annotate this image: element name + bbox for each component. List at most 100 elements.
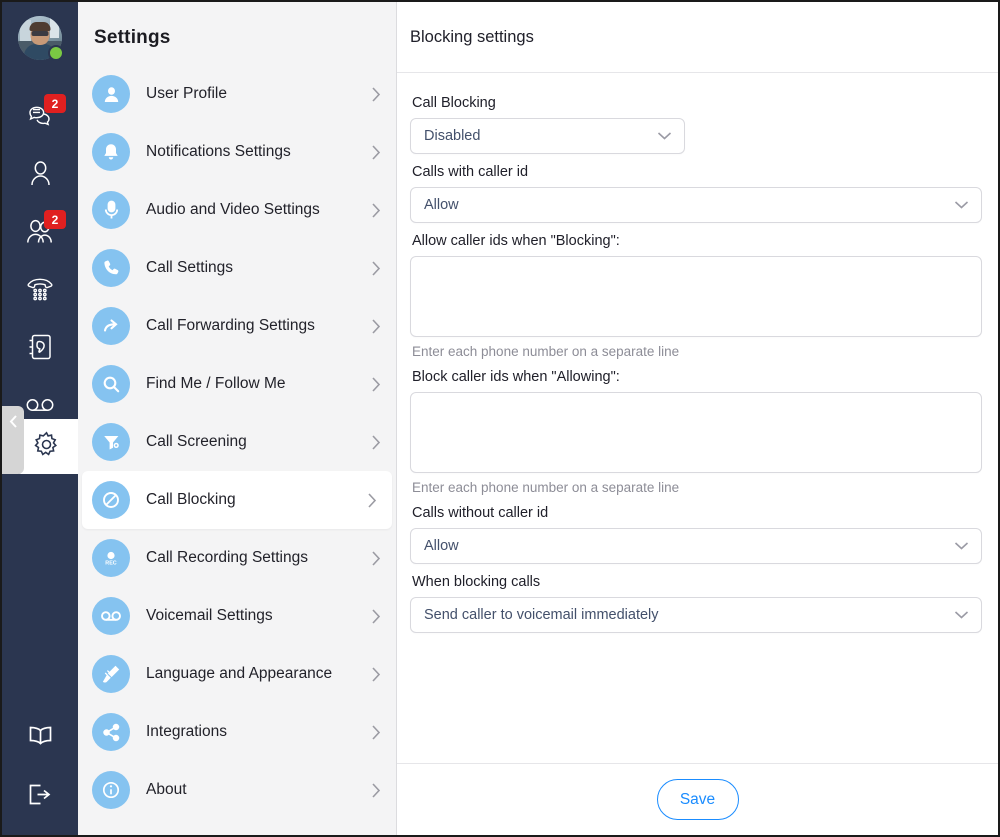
sidebar-item-notifications-settings[interactable]: Notifications Settings xyxy=(78,123,396,181)
when-blocking-calls-value: Send caller to voicemail immediately xyxy=(424,607,659,623)
call-blocking-value: Disabled xyxy=(424,128,481,144)
chevron-down-icon xyxy=(657,132,672,141)
search-icon xyxy=(92,365,130,403)
allow-list-textarea[interactable] xyxy=(410,256,982,337)
block-list-hint: Enter each phone number on a separate li… xyxy=(412,480,680,495)
sidebar-item-label: Integrations xyxy=(146,723,227,740)
microphone-icon xyxy=(92,191,130,229)
calls-without-caller-id-select[interactable]: Allow xyxy=(410,528,982,564)
dialpad-phone-icon xyxy=(26,276,54,302)
address-book-icon xyxy=(27,333,53,361)
chevron-left-icon xyxy=(7,414,20,434)
app-window: 2 2 Settings User Profile Notifications … xyxy=(0,0,1000,837)
block-icon xyxy=(92,481,130,519)
calls-with-caller-id-select[interactable]: Allow xyxy=(410,187,982,223)
calls-without-caller-id-value: Allow xyxy=(424,538,459,554)
content-footer: Save xyxy=(397,763,998,835)
chevron-right-icon xyxy=(371,376,382,393)
person-icon xyxy=(28,160,53,187)
chevron-right-icon xyxy=(371,666,382,683)
when-blocking-calls-select[interactable]: Send caller to voicemail immediately xyxy=(410,597,982,633)
funnel-icon xyxy=(92,423,130,461)
chevron-right-icon xyxy=(371,724,382,741)
svg-text:REC: REC xyxy=(105,561,116,567)
logout-icon xyxy=(27,782,54,807)
chevron-right-icon xyxy=(371,434,382,451)
sidebar-item-language-and-appearance[interactable]: Language and Appearance xyxy=(78,645,396,703)
calls-with-caller-id-value: Allow xyxy=(424,197,459,213)
collapse-sidebar-button[interactable] xyxy=(2,406,24,474)
sidebar-item-call-forwarding-settings[interactable]: Call Forwarding Settings xyxy=(78,297,396,355)
sidebar-item-audio-and-video-settings[interactable]: Audio and Video Settings xyxy=(78,181,396,239)
sidebar-item-label: Language and Appearance xyxy=(146,665,333,682)
block-list-textarea[interactable] xyxy=(410,392,982,473)
chevron-right-icon xyxy=(371,144,382,161)
chevron-right-icon xyxy=(371,202,382,219)
brush-icon xyxy=(92,655,130,693)
chevron-right-icon xyxy=(371,86,382,103)
rail-item-address-book[interactable] xyxy=(14,318,66,376)
block-list-label: Block caller ids when "Allowing": xyxy=(412,369,620,385)
call-blocking-select[interactable]: Disabled xyxy=(410,118,685,154)
left-nav-rail: 2 2 xyxy=(2,2,78,835)
rail-item-messages[interactable]: 2 xyxy=(14,86,66,144)
rail-item-logout[interactable] xyxy=(14,765,66,823)
sidebar-item-find-me-follow-me[interactable]: Find Me / Follow Me xyxy=(78,355,396,413)
call-blocking-label: Call Blocking xyxy=(412,95,496,111)
chevron-down-icon xyxy=(954,201,969,210)
voicemail-icon xyxy=(25,397,55,413)
settings-list: User Profile Notifications Settings Audi… xyxy=(78,65,396,819)
messages-badge: 2 xyxy=(44,94,66,113)
settings-panel: Settings User Profile Notifications Sett… xyxy=(78,2,397,835)
calls-without-caller-id-label: Calls without caller id xyxy=(412,505,549,521)
arrow-right-icon xyxy=(92,307,130,345)
person-icon xyxy=(92,75,130,113)
sidebar-item-label: Find Me / Follow Me xyxy=(146,375,286,392)
online-status-dot xyxy=(48,45,64,61)
sidebar-item-call-blocking[interactable]: Call Blocking xyxy=(82,471,392,529)
sidebar-item-label: Call Forwarding Settings xyxy=(146,317,315,334)
sidebar-item-label: Call Screening xyxy=(146,433,247,450)
chevron-down-icon xyxy=(954,542,969,551)
groups-badge: 2 xyxy=(44,210,66,229)
sidebar-item-label: Call Recording Settings xyxy=(146,549,308,566)
sidebar-item-label: User Profile xyxy=(146,85,227,102)
when-blocking-calls-label: When blocking calls xyxy=(412,574,541,590)
sidebar-item-call-screening[interactable]: Call Screening xyxy=(78,413,396,471)
sidebar-item-label: Call Blocking xyxy=(146,491,236,508)
avatar[interactable] xyxy=(18,16,64,61)
sidebar-item-voicemail-settings[interactable]: Voicemail Settings xyxy=(78,587,396,645)
gear-icon xyxy=(33,430,60,463)
sidebar-item-label: Voicemail Settings xyxy=(146,607,273,624)
bell-icon xyxy=(92,133,130,171)
sidebar-item-label: Audio and Video Settings xyxy=(146,201,320,218)
sidebar-item-integrations[interactable]: Integrations xyxy=(78,703,396,761)
allow-list-label: Allow caller ids when "Blocking": xyxy=(412,233,620,249)
share-icon xyxy=(92,713,130,751)
chevron-right-icon xyxy=(371,608,382,625)
rail-item-directory[interactable] xyxy=(14,707,66,765)
sidebar-item-call-settings[interactable]: Call Settings xyxy=(78,239,396,297)
sidebar-item-about[interactable]: About xyxy=(78,761,396,819)
rail-item-contacts[interactable] xyxy=(14,144,66,202)
sidebar-item-user-profile[interactable]: User Profile xyxy=(78,65,396,123)
sidebar-item-call-recording-settings[interactable]: REC Call Recording Settings xyxy=(78,529,396,587)
save-button[interactable]: Save xyxy=(656,779,739,820)
chevron-right-icon xyxy=(371,782,382,799)
chevron-down-icon xyxy=(954,611,969,620)
record-icon: REC xyxy=(92,539,130,577)
rail-item-groups[interactable]: 2 xyxy=(14,202,66,260)
chevron-right-icon xyxy=(367,492,378,509)
settings-title: Settings xyxy=(94,27,171,48)
sidebar-item-label: About xyxy=(146,781,187,798)
book-icon xyxy=(27,724,54,748)
phone-icon xyxy=(92,249,130,287)
chevron-right-icon xyxy=(371,260,382,277)
chevron-right-icon xyxy=(371,550,382,567)
voicemail-icon xyxy=(92,597,130,635)
sidebar-item-label: Call Settings xyxy=(146,259,234,276)
rail-bottom-group xyxy=(14,707,66,835)
allow-list-hint: Enter each phone number on a separate li… xyxy=(412,344,680,359)
info-icon xyxy=(92,771,130,809)
rail-item-dialpad[interactable] xyxy=(14,260,66,318)
